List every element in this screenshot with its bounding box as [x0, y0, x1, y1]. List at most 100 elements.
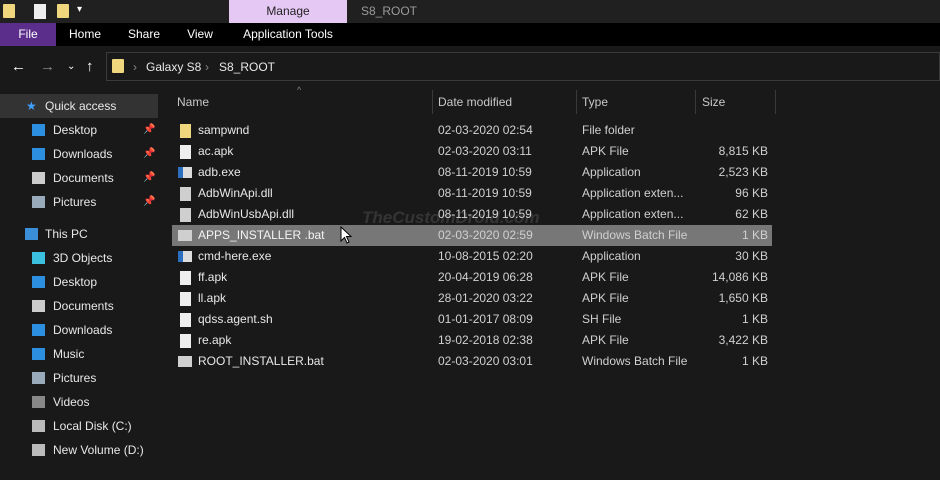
file-size: 14,086 KB — [711, 270, 768, 284]
file-row[interactable]: ll.apk 28-01-2020 03:22 APK File 1,650 KB — [172, 288, 772, 309]
sidebar-item-new-volume-d[interactable]: New Volume (D:) — [0, 438, 158, 462]
file-date: 10-08-2015 02:20 — [438, 249, 533, 263]
address-bar[interactable]: › Galaxy S8 › S8_ROOT — [106, 52, 940, 81]
sidebar-item-pictures[interactable]: Pictures 📌 — [0, 190, 158, 214]
star-icon: ★ — [26, 99, 37, 113]
app-icon — [178, 167, 192, 178]
breadcrumb-separator-icon: › — [205, 60, 209, 74]
sidebar-item-local-disk-c[interactable]: Local Disk (C:) — [0, 414, 158, 438]
file-size: 3,422 KB — [718, 333, 768, 347]
file-type: Windows Batch File — [582, 228, 688, 242]
column-header-date[interactable]: Date modified — [438, 90, 512, 114]
sidebar-item-documents[interactable]: Documents 📌 — [0, 166, 158, 190]
file-date: 01-01-2017 08:09 — [438, 312, 533, 326]
breadcrumb-galaxy-s8[interactable]: Galaxy S8 — [146, 60, 201, 74]
file-icon — [180, 313, 191, 327]
file-type: APK File — [582, 291, 629, 305]
file-icon — [180, 145, 191, 159]
column-divider[interactable] — [432, 90, 433, 114]
customize-toolbar-icon[interactable]: ▾ — [77, 4, 82, 19]
file-icon — [180, 292, 191, 306]
breadcrumb-separator-icon: › — [133, 60, 137, 74]
download-icon — [32, 148, 45, 160]
column-divider[interactable] — [695, 90, 696, 114]
file-name: sampwnd — [198, 123, 250, 137]
column-header-type[interactable]: Type — [582, 90, 608, 114]
sidebar-item-desktop[interactable]: Desktop — [0, 270, 158, 294]
forward-arrow-icon[interactable]: → — [40, 58, 55, 75]
sidebar-item-label: Videos — [53, 395, 90, 409]
file-row[interactable]: ff.apk 20-04-2019 06:28 APK File 14,086 KB — [172, 267, 772, 288]
file-name: APPS_INSTALLER .bat — [198, 228, 325, 242]
file-type: APK File — [582, 333, 629, 347]
sidebar-item-label: Pictures — [53, 371, 97, 385]
column-divider[interactable] — [775, 90, 776, 114]
sidebar-item-label: 3D Objects — [53, 251, 113, 265]
file-icon — [180, 271, 191, 285]
file-row[interactable]: qdss.agent.sh 01-01-2017 08:09 SH File 1 KB — [172, 309, 772, 330]
pin-icon: 📌 — [143, 148, 156, 159]
file-row[interactable]: cmd-here.exe 10-08-2015 02:20 Application 3… — [172, 246, 772, 267]
sidebar-item-videos[interactable]: Videos — [0, 390, 158, 414]
column-header-name[interactable]: Name — [177, 90, 209, 114]
batch-icon — [178, 230, 192, 241]
sidebar-item-desktop[interactable]: Desktop 📌 — [0, 118, 158, 142]
sidebar-item-3d-objects[interactable]: 3D Objects — [0, 246, 158, 270]
file-row[interactable]: AdbWinApi.dll 08-11-2019 10:59 Application… — [172, 183, 772, 204]
column-header-size[interactable]: Size — [702, 90, 725, 114]
column-divider[interactable] — [576, 90, 577, 114]
sort-ascending-icon: ^ — [297, 85, 302, 95]
sidebar-item-music[interactable]: Music — [0, 342, 158, 366]
file-row[interactable]: sampwnd 02-03-2020 02:54 File folder — [172, 120, 772, 141]
recent-locations-chevron-icon[interactable]: ⌄ — [67, 61, 75, 72]
tab-manage[interactable]: Manage — [229, 0, 347, 23]
new-folder-icon[interactable] — [57, 4, 69, 18]
sidebar-item-label: Pictures — [53, 195, 97, 209]
ribbon: File Home Share View Application Tools — [0, 23, 940, 46]
breadcrumb-s8-root[interactable]: S8_ROOT — [219, 60, 275, 74]
tab-view[interactable]: View — [175, 23, 225, 46]
file-row[interactable]: re.apk 19-02-2018 02:38 APK File 3,422 KB — [172, 330, 772, 351]
up-arrow-icon[interactable]: ↑ — [86, 58, 94, 75]
back-arrow-icon[interactable]: ← — [11, 58, 26, 75]
sidebar-item-label: Local Disk (C:) — [53, 419, 132, 433]
sidebar-item-label: Downloads — [53, 323, 113, 337]
tab-application-tools[interactable]: Application Tools — [229, 23, 347, 46]
sidebar-item-pictures[interactable]: Pictures — [0, 366, 158, 390]
file-row[interactable]: APPS_INSTALLER .bat 02-03-2020 02:59 Windo… — [172, 225, 772, 246]
tab-home[interactable]: Home — [58, 23, 112, 46]
tab-file[interactable]: File — [0, 23, 56, 46]
sidebar-item-documents[interactable]: Documents — [0, 294, 158, 318]
download-icon — [32, 324, 45, 336]
file-type: SH File — [582, 312, 622, 326]
sidebar-item-this-pc[interactable]: This PC — [0, 222, 158, 246]
tab-share[interactable]: Share — [118, 23, 170, 46]
file-icon — [180, 334, 191, 348]
file-type: File folder — [582, 123, 635, 137]
cube-icon — [32, 252, 45, 264]
window-title: S8_ROOT — [361, 4, 418, 18]
file-row[interactable]: ROOT_INSTALLER.bat 02-03-2020 03:01 Window… — [172, 351, 772, 372]
dll-icon — [180, 187, 191, 201]
sidebar-item-downloads[interactable]: Downloads 📌 — [0, 142, 158, 166]
sidebar-item-quick-access[interactable]: ★ Quick access — [0, 94, 158, 118]
folder-icon — [180, 124, 191, 138]
properties-icon[interactable] — [34, 4, 46, 19]
pictures-icon — [32, 372, 45, 384]
file-date: 20-04-2019 06:28 — [438, 270, 533, 284]
app-icon — [178, 251, 192, 262]
file-name: cmd-here.exe — [198, 249, 272, 263]
sidebar-item-label: Documents — [53, 299, 114, 313]
file-size: 62 KB — [735, 207, 768, 221]
file-size: 2,523 KB — [718, 165, 768, 179]
sidebar-item-label: Quick access — [45, 99, 117, 113]
pictures-icon — [32, 196, 45, 208]
drive-icon — [32, 444, 45, 456]
file-date: 19-02-2018 02:38 — [438, 333, 533, 347]
file-row[interactable]: adb.exe 08-11-2019 10:59 Application 2,523 … — [172, 162, 772, 183]
pin-icon: 📌 — [143, 124, 156, 135]
file-name: AdbWinUsbApi.dll — [198, 207, 295, 221]
sidebar-item-downloads[interactable]: Downloads — [0, 318, 158, 342]
file-date: 08-11-2019 10:59 — [438, 186, 532, 200]
file-row[interactable]: ac.apk 02-03-2020 03:11 APK File 8,815 KB — [172, 141, 772, 162]
